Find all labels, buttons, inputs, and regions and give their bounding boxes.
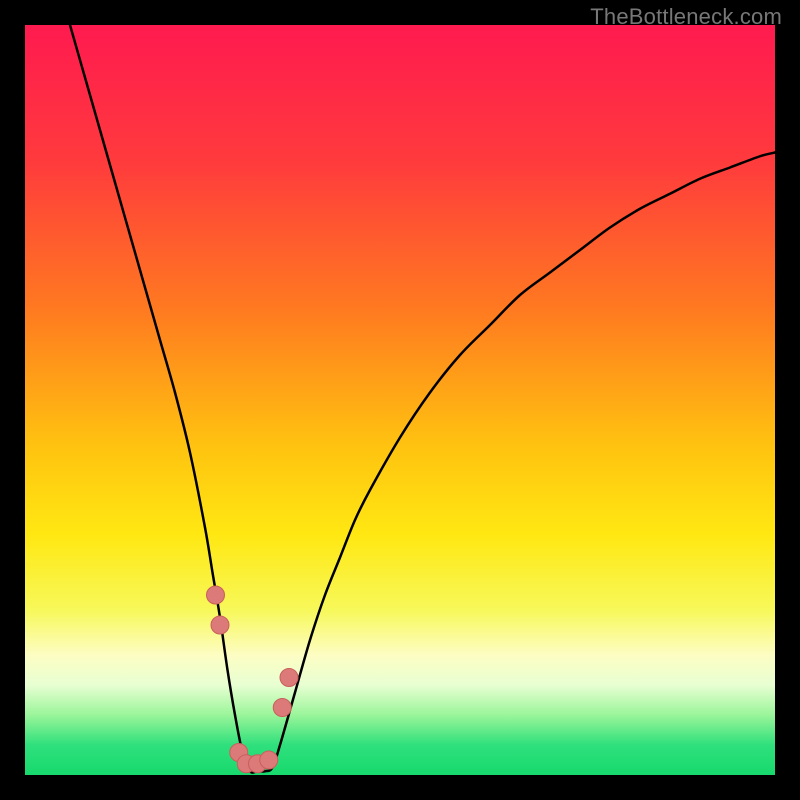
highlight-point [273,699,291,717]
bottleneck-chart [25,25,775,775]
watermark-text: TheBottleneck.com [590,4,782,30]
highlight-point [207,586,225,604]
highlight-point [211,616,229,634]
chart-stage: TheBottleneck.com [0,0,800,800]
bottleneck-curve [70,25,775,773]
highlight-point [260,751,278,769]
plot-area [25,25,775,775]
highlight-point [280,669,298,687]
